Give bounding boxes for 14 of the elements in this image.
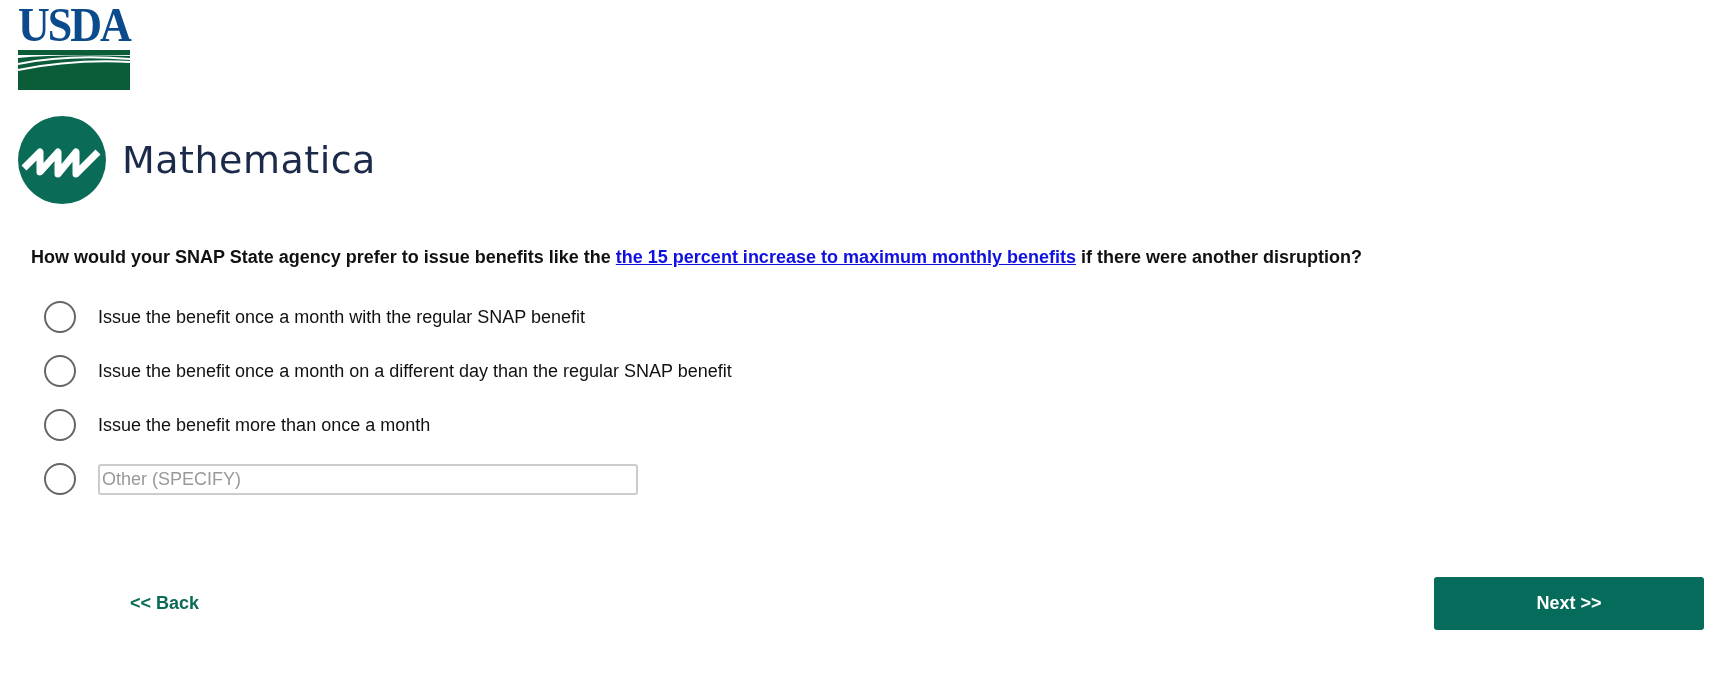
usda-logo: USDA xyxy=(18,8,130,90)
option-label[interactable]: Issue the benefit more than once a month xyxy=(98,411,431,439)
question-text: How would your SNAP State agency prefer to issue benefits like the the 15 percent increase to maximum monthly benefits if there were another disruption? xyxy=(31,246,1363,269)
next-button[interactable]: Next >> xyxy=(1434,577,1704,630)
radio-button[interactable] xyxy=(44,463,76,495)
back-button[interactable]: << Back xyxy=(118,580,212,627)
option-label[interactable]: Issue the benefit once a month on a different day than the regular SNAP benefit xyxy=(98,357,732,385)
option-label[interactable]: Issue the benefit once a month with the regular SNAP benefit xyxy=(98,303,585,331)
radio-button[interactable] xyxy=(44,301,76,333)
other-input-field[interactable]: Other (SPECIFY) xyxy=(98,463,638,495)
benefit-link[interactable]: the 15 percent increase to maximum monthly benefits xyxy=(615,247,1076,267)
mathematica-logo: Mathematica xyxy=(18,116,1722,204)
radio-button[interactable] xyxy=(44,409,76,441)
radio-button[interactable] xyxy=(44,355,76,387)
